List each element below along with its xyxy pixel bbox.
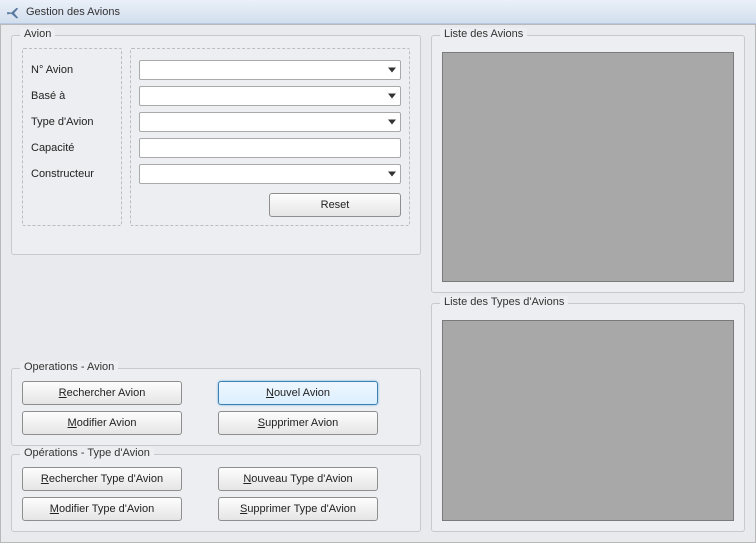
avion-group: Avion N° Avion Basé à Type d'Avion Capac… [11, 35, 421, 255]
base-a-combo[interactable] [139, 86, 401, 106]
nouveau-type-button[interactable]: Nouveau Type d'Avion [218, 467, 378, 491]
liste-avions-listbox[interactable] [442, 52, 734, 282]
label-type-avion: Type d'Avion [31, 109, 113, 135]
modifier-avion-button[interactable]: Modifier Avion [22, 411, 182, 435]
rechercher-type-button[interactable]: Rechercher Type d'Avion [22, 467, 182, 491]
reset-button[interactable]: Reset [269, 193, 401, 217]
operations-avion-legend: Operations - Avion [20, 361, 118, 373]
window-titlebar: Gestion des Avions [0, 0, 756, 24]
liste-avions-group: Liste des Avions [431, 35, 745, 293]
avion-group-legend: Avion [20, 28, 55, 40]
num-avion-combo[interactable] [139, 60, 401, 80]
chevron-down-icon [388, 172, 396, 177]
type-avion-combo[interactable] [139, 112, 401, 132]
constructeur-combo[interactable] [139, 164, 401, 184]
supprimer-type-button[interactable]: Supprimer Type d'Avion [218, 497, 378, 521]
nouvel-avion-button[interactable]: Nouvel Avion [218, 381, 378, 405]
liste-avions-legend: Liste des Avions [440, 28, 527, 40]
avion-labels-panel: N° Avion Basé à Type d'Avion Capacité Co… [22, 48, 122, 226]
label-constructeur: Constructeur [31, 161, 113, 187]
client-area: Avion N° Avion Basé à Type d'Avion Capac… [0, 24, 756, 543]
liste-types-listbox[interactable] [442, 320, 734, 521]
supprimer-avion-button[interactable]: Supprimer Avion [218, 411, 378, 435]
reset-button-label: Reset [321, 199, 350, 211]
chevron-down-icon [388, 94, 396, 99]
airplane-icon [6, 5, 20, 19]
window-title: Gestion des Avions [26, 6, 120, 18]
capacite-input[interactable] [139, 138, 401, 158]
operations-type-group: Opérations - Type d'Avion Rechercher Typ… [11, 454, 421, 532]
rechercher-avion-button[interactable]: Rechercher Avion [22, 381, 182, 405]
operations-avion-group: Operations - Avion Rechercher Avion Modi… [11, 368, 421, 446]
label-num-avion: N° Avion [31, 57, 113, 83]
chevron-down-icon [388, 120, 396, 125]
operations-type-legend: Opérations - Type d'Avion [20, 447, 154, 459]
label-capacite: Capacité [31, 135, 113, 161]
liste-types-legend: Liste des Types d'Avions [440, 296, 568, 308]
avion-fields-panel: Reset [130, 48, 410, 226]
chevron-down-icon [388, 68, 396, 73]
label-base-a: Basé à [31, 83, 113, 109]
liste-types-group: Liste des Types d'Avions [431, 303, 745, 532]
modifier-type-button[interactable]: Modifier Type d'Avion [22, 497, 182, 521]
